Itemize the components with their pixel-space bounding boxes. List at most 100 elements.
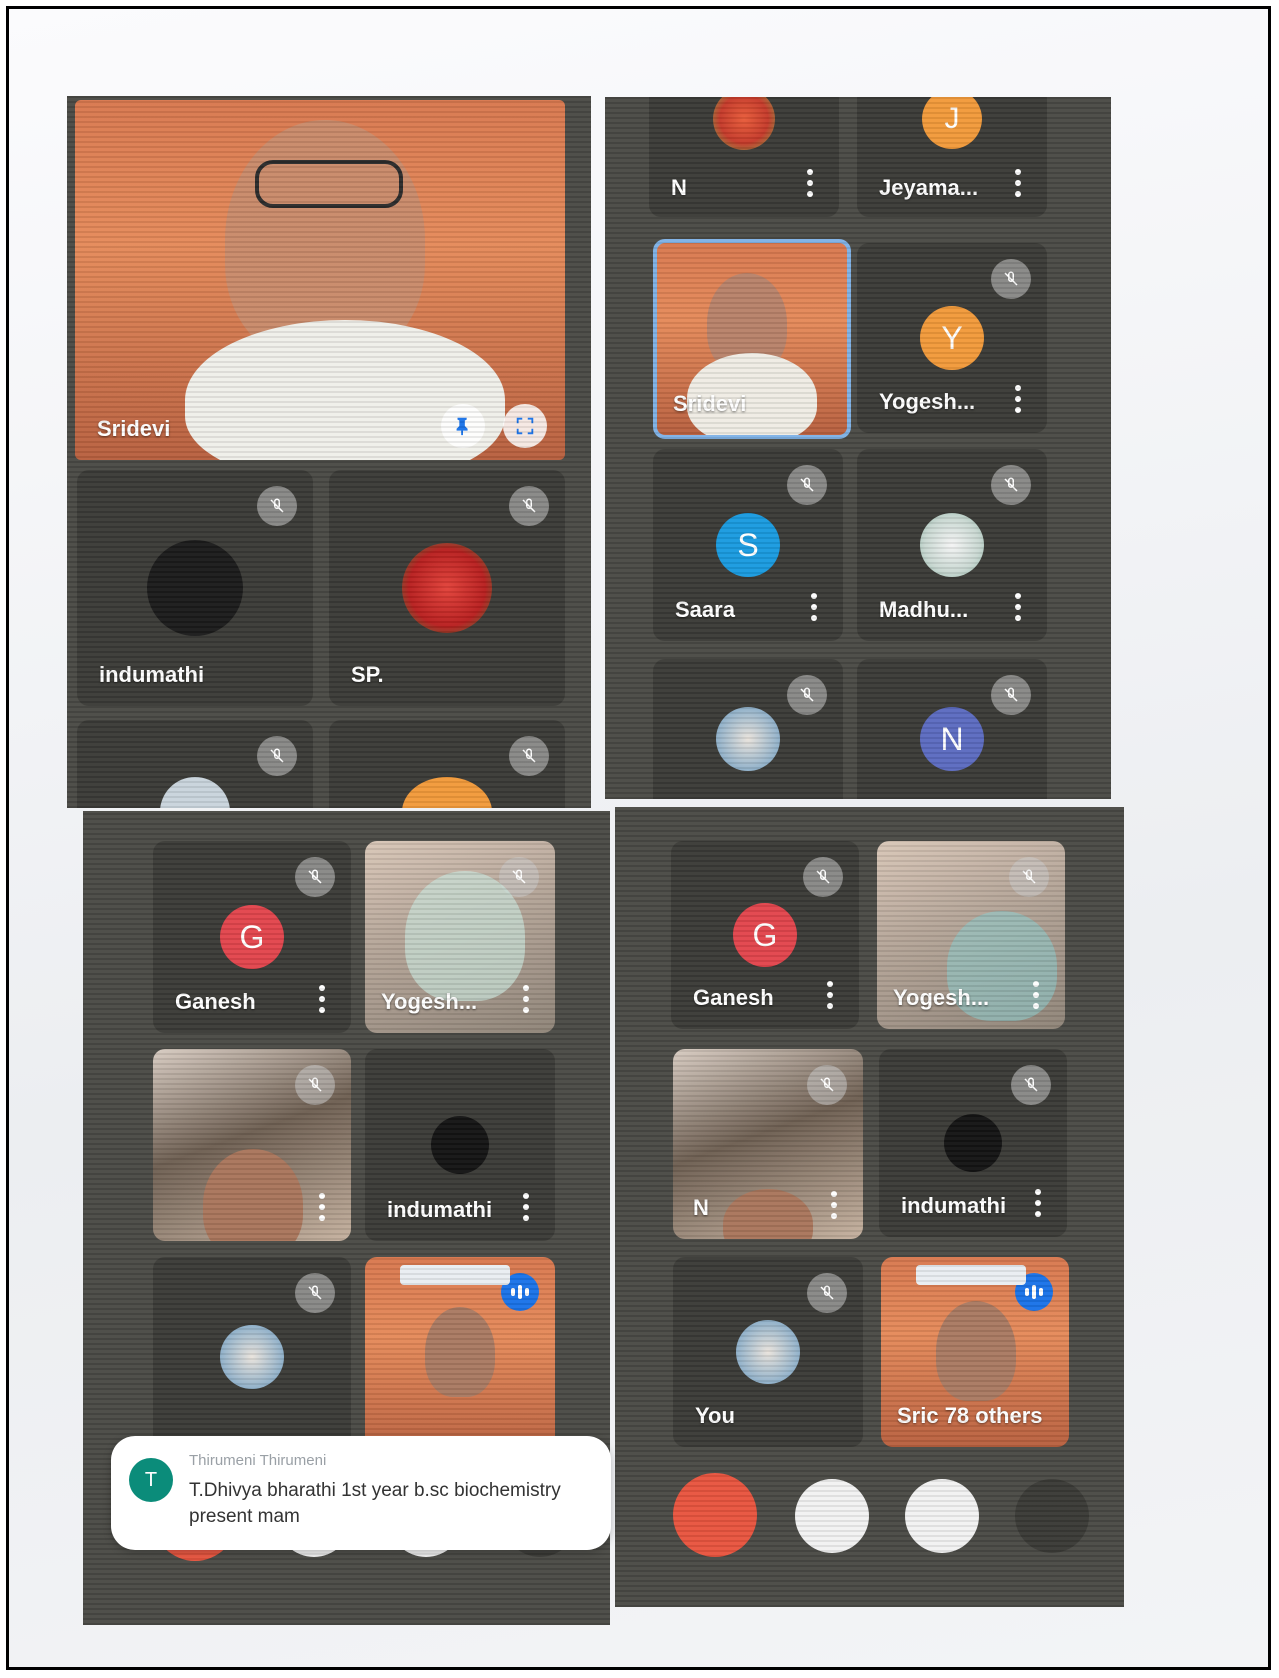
pin-icon bbox=[456, 417, 468, 436]
more-options-icon[interactable] bbox=[1033, 981, 1039, 1009]
participant-name: indumathi bbox=[901, 1193, 1007, 1218]
avatar bbox=[944, 1114, 1002, 1172]
chat-notification[interactable]: T Thirumeni Thirumeni T.Dhivya bharathi … bbox=[111, 1436, 611, 1550]
speaker-figure bbox=[425, 1307, 495, 1397]
more-options-icon[interactable] bbox=[807, 169, 813, 197]
mic-off-icon bbox=[509, 736, 549, 776]
mic-off-icon bbox=[295, 1273, 335, 1313]
mic-off-icon bbox=[991, 465, 1031, 505]
mic-off-icon bbox=[807, 1273, 847, 1313]
avatar: S bbox=[716, 513, 780, 577]
avatar: G bbox=[220, 905, 284, 969]
participant-name: Ganesh bbox=[693, 985, 774, 1010]
glasses bbox=[255, 160, 403, 208]
more-options-icon[interactable] bbox=[523, 1193, 529, 1221]
selfie-figure bbox=[723, 1189, 813, 1239]
pin-button[interactable] bbox=[441, 404, 485, 448]
participant-video-tile[interactable] bbox=[365, 1257, 555, 1457]
participant-name: indumathi bbox=[99, 662, 205, 687]
participant-tile[interactable]: S Saara bbox=[653, 449, 843, 641]
more-options-icon[interactable] bbox=[1035, 1189, 1041, 1217]
avatar bbox=[220, 1325, 284, 1389]
meet-screen-bottom-right: G Ganesh Yogesh... N indumathi You Sric … bbox=[615, 807, 1124, 1607]
more-options-icon[interactable] bbox=[831, 1191, 837, 1219]
end-call-button[interactable] bbox=[673, 1473, 757, 1557]
chat-message: T.Dhivya bharathi 1st year b.sc biochemi… bbox=[189, 1480, 561, 1527]
photo-frame: Sridevi indumathi SP. N J Jeyama... Srid… bbox=[6, 6, 1271, 1670]
participant-video-tile[interactable]: N bbox=[673, 1049, 863, 1239]
participant-name: Jeyama... bbox=[879, 175, 979, 200]
ac-unit bbox=[916, 1265, 1026, 1285]
participant-tile[interactable]: Madhu... bbox=[857, 449, 1047, 641]
more-options-icon[interactable] bbox=[1015, 593, 1021, 621]
participant-video-tile[interactable]: Yogesh... bbox=[365, 841, 555, 1033]
participant-tile[interactable] bbox=[653, 659, 843, 799]
mic-off-icon bbox=[807, 1065, 847, 1105]
participant-name: Saara bbox=[675, 597, 735, 622]
avatar: N bbox=[920, 707, 984, 771]
mic-off-icon bbox=[787, 675, 827, 715]
mic-toggle-button[interactable] bbox=[905, 1479, 979, 1553]
participant-name: You bbox=[695, 1403, 735, 1428]
avatar: J bbox=[922, 97, 982, 149]
featured-name: Sridevi bbox=[97, 416, 171, 441]
participant-tile[interactable] bbox=[329, 720, 565, 808]
featured-video-tile[interactable]: Sridevi bbox=[75, 100, 565, 460]
camera-toggle-button[interactable] bbox=[795, 1479, 869, 1553]
participant-name: N bbox=[671, 175, 687, 200]
more-button[interactable] bbox=[1015, 1479, 1089, 1553]
participant-tile[interactable]: indumathi bbox=[365, 1049, 555, 1241]
more-options-icon[interactable] bbox=[523, 985, 529, 1013]
mic-off-icon bbox=[991, 259, 1031, 299]
mic-off-icon bbox=[295, 857, 335, 897]
others-count-label: Sric 78 others bbox=[897, 1403, 1043, 1428]
participant-tile[interactable]: N bbox=[649, 97, 839, 217]
fullscreen-icon bbox=[516, 417, 534, 435]
participant-video-tile[interactable]: Sric 78 others bbox=[881, 1257, 1069, 1447]
mic-off-icon bbox=[803, 857, 843, 897]
participant-name: Ganesh bbox=[175, 989, 256, 1014]
participant-name: SP. bbox=[351, 662, 384, 687]
participant-name: Yogesh... bbox=[879, 389, 976, 414]
avatar bbox=[402, 777, 492, 808]
participant-tile[interactable]: SP. bbox=[329, 470, 565, 706]
avatar bbox=[716, 707, 780, 771]
avatar bbox=[713, 97, 775, 150]
participant-tile[interactable]: G Ganesh bbox=[153, 841, 351, 1033]
more-options-icon[interactable] bbox=[319, 985, 325, 1013]
more-options-icon[interactable] bbox=[319, 1193, 325, 1221]
participant-name: Sridevi bbox=[673, 391, 747, 416]
participant-video-tile[interactable]: Sridevi bbox=[653, 239, 851, 439]
more-options-icon[interactable] bbox=[811, 593, 817, 621]
avatar: Y bbox=[920, 306, 984, 370]
avatar bbox=[431, 1116, 489, 1174]
participant-tile[interactable]: You bbox=[673, 1257, 863, 1447]
participant-tile[interactable]: N bbox=[857, 659, 1047, 799]
participant-tile[interactable]: indumathi bbox=[879, 1049, 1067, 1237]
mic-off-icon bbox=[257, 486, 297, 526]
participant-tile[interactable]: Y Yogesh... bbox=[857, 243, 1047, 433]
participant-name: indumathi bbox=[387, 1197, 493, 1222]
avatar bbox=[402, 543, 492, 633]
avatar bbox=[920, 513, 984, 577]
avatar bbox=[147, 540, 243, 636]
blurred-figure bbox=[405, 871, 525, 1001]
mic-off-icon bbox=[509, 486, 549, 526]
more-options-icon[interactable] bbox=[1015, 385, 1021, 413]
participant-tile[interactable] bbox=[153, 1257, 351, 1457]
fullscreen-button[interactable] bbox=[503, 404, 547, 448]
more-options-icon[interactable] bbox=[1015, 169, 1021, 197]
participant-tile[interactable]: J Jeyama... bbox=[857, 97, 1047, 217]
mic-off-icon bbox=[991, 675, 1031, 715]
participant-name: Madhu... bbox=[879, 597, 969, 622]
participant-tile[interactable]: G Ganesh bbox=[671, 841, 859, 1029]
participant-video-tile[interactable] bbox=[153, 1049, 351, 1241]
meet-screen-top-right: N J Jeyama... Sridevi Y Yogesh... S Saar… bbox=[605, 97, 1111, 799]
mic-off-icon bbox=[257, 736, 297, 776]
mic-off-icon bbox=[1009, 857, 1049, 897]
participant-video-tile[interactable]: Yogesh... bbox=[877, 841, 1065, 1029]
participant-tile[interactable] bbox=[77, 720, 313, 808]
participant-tile[interactable]: indumathi bbox=[77, 470, 313, 706]
more-options-icon[interactable] bbox=[827, 981, 833, 1009]
avatar: G bbox=[733, 903, 797, 967]
